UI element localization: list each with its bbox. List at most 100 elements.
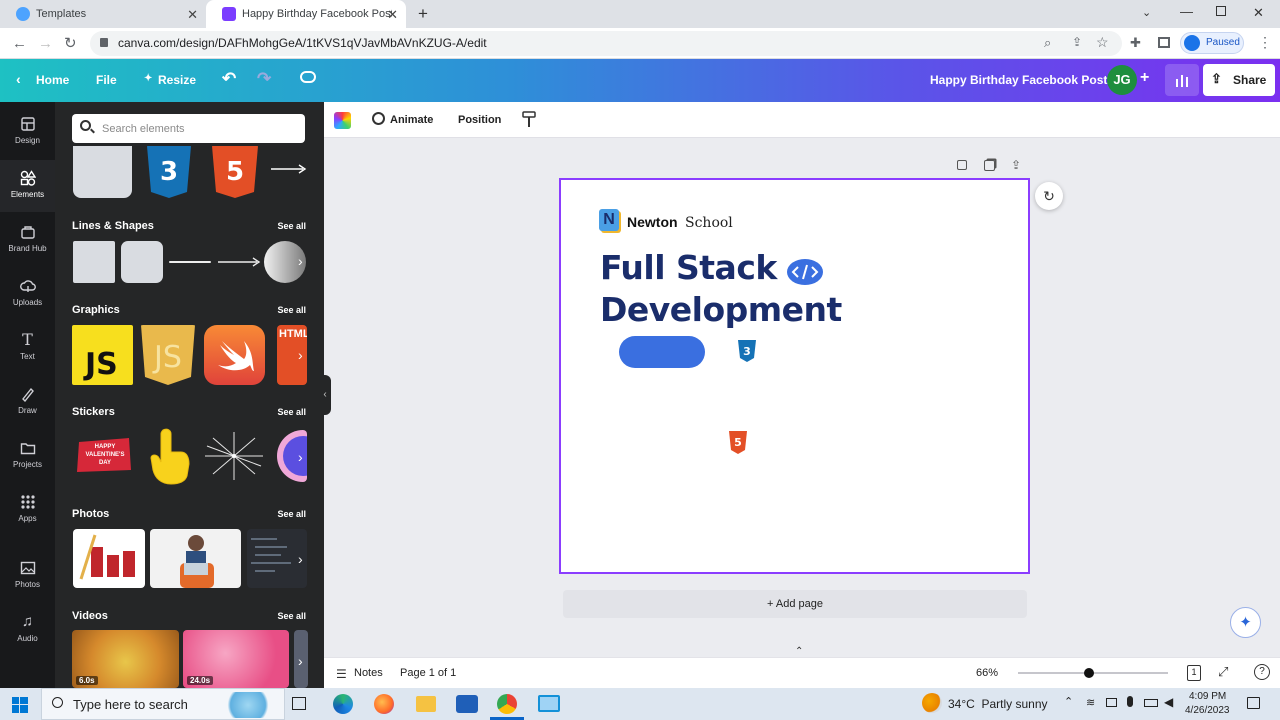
- tray-chevron-icon[interactable]: ⌃: [1064, 695, 1073, 708]
- rail-item-apps[interactable]: Apps: [0, 484, 55, 536]
- js-shield-graphic[interactable]: JS: [139, 325, 197, 385]
- refresh-ai-button[interactable]: ↻: [1035, 182, 1063, 210]
- back-icon[interactable]: ←: [12, 35, 27, 52]
- scroll-right-icon[interactable]: ›: [298, 449, 303, 465]
- tab-happy-birthday[interactable]: Happy Birthday Facebook Post - ✕: [206, 0, 406, 28]
- see-all-graphics-link[interactable]: See all: [277, 305, 306, 315]
- code-tag-icon[interactable]: [786, 258, 824, 286]
- rail-item-projects[interactable]: Projects: [0, 430, 55, 482]
- rail-item-text[interactable]: T Text: [0, 322, 55, 374]
- brand-name-light[interactable]: School: [685, 215, 733, 231]
- share-page-icon[interactable]: ⇪: [1072, 35, 1082, 49]
- share-button[interactable]: ⇪ Share: [1203, 64, 1275, 96]
- edge-icon[interactable]: [333, 694, 353, 714]
- position-button[interactable]: Position: [458, 114, 501, 126]
- magic-assistant-button[interactable]: ✦: [1230, 607, 1261, 638]
- add-collaborator-icon[interactable]: +: [1140, 69, 1149, 87]
- design-page[interactable]: N Newton School Full Stack Development 3…: [559, 178, 1030, 574]
- zoom-slider[interactable]: [1018, 668, 1168, 678]
- add-page-button[interactable]: + Add page: [563, 590, 1027, 618]
- monitor-app-icon[interactable]: [538, 695, 560, 712]
- task-view-icon[interactable]: [292, 697, 306, 710]
- forward-icon[interactable]: →: [38, 35, 53, 52]
- extensions-icon[interactable]: ✚: [1130, 35, 1141, 51]
- js-logo-graphic[interactable]: JS: [72, 325, 133, 385]
- zoom-slider-handle[interactable]: [1084, 668, 1094, 678]
- arrow-thumb[interactable]: [217, 255, 261, 269]
- title-line-2[interactable]: Development: [600, 290, 842, 329]
- rounded-square-thumb[interactable]: [121, 241, 163, 283]
- taskbar-search-box[interactable]: Type here to search: [41, 688, 285, 720]
- weather-text[interactable]: 34°C Partly sunny: [948, 697, 1048, 711]
- home-chevron-icon[interactable]: ‹: [16, 71, 21, 87]
- rail-item-elements[interactable]: Elements: [0, 160, 55, 212]
- video-thumb-fire[interactable]: 6.0s: [72, 630, 179, 688]
- rail-item-design[interactable]: Design: [0, 106, 55, 158]
- close-tab-icon[interactable]: ✕: [187, 7, 198, 23]
- firefox-icon[interactable]: [374, 694, 394, 714]
- battery-icon[interactable]: [1144, 699, 1158, 707]
- tab-search-icon[interactable]: ⌄: [1142, 6, 1151, 19]
- profile-paused-button[interactable]: Paused: [1180, 32, 1244, 54]
- help-icon[interactable]: ?: [1254, 664, 1270, 680]
- color-picker-icon[interactable]: [334, 112, 351, 129]
- maximize-icon[interactable]: [1216, 6, 1226, 16]
- microphone-icon[interactable]: [1127, 696, 1133, 707]
- notes-button[interactable]: Notes: [354, 667, 383, 679]
- lock-page-icon[interactable]: [957, 160, 967, 170]
- tab-templates[interactable]: Templates ✕: [0, 0, 206, 28]
- html5-logo-icon[interactable]: 5: [209, 146, 261, 198]
- blue-pill-shape[interactable]: [619, 336, 705, 368]
- laptop-man-photo-thumb[interactable]: [150, 529, 241, 588]
- rail-item-photos[interactable]: Photos: [0, 550, 55, 602]
- rail-item-draw[interactable]: Draw: [0, 376, 55, 428]
- sparkle-burst-sticker[interactable]: [203, 430, 265, 482]
- html5-design-icon[interactable]: 5: [728, 431, 748, 454]
- search-elements-input[interactable]: Search elements: [72, 114, 305, 143]
- reload-icon[interactable]: ↻: [64, 34, 77, 52]
- scroll-right-icon[interactable]: ›: [298, 653, 303, 669]
- animate-button[interactable]: Animate: [390, 114, 433, 126]
- rail-item-uploads[interactable]: Uploads: [0, 268, 55, 320]
- fullscreen-icon[interactable]: ⤢: [1218, 664, 1228, 680]
- windows-start-icon[interactable]: [12, 697, 28, 713]
- home-button[interactable]: Home: [36, 73, 69, 87]
- rail-item-brand-hub[interactable]: Brand Hub: [0, 214, 55, 266]
- new-tab-button[interactable]: +: [418, 4, 428, 24]
- notifications-icon[interactable]: [1247, 697, 1260, 709]
- undo-icon[interactable]: ↶: [222, 69, 236, 89]
- add-page-icon[interactable]: ⇪: [1011, 158, 1021, 172]
- scroll-right-icon[interactable]: ›: [298, 551, 303, 567]
- zoom-level[interactable]: 66%: [976, 667, 998, 679]
- scroll-right-icon[interactable]: ›: [298, 347, 303, 363]
- valentines-sticker[interactable]: HAPPY VALENTINE'S DAY: [73, 430, 135, 478]
- document-title[interactable]: Happy Birthday Facebook Post: [930, 73, 1107, 87]
- scroll-right-icon[interactable]: ›: [298, 253, 303, 269]
- url-field[interactable]: canva.com/design/DAFhMohgGeA/1tKVS1qVJav…: [90, 31, 1122, 56]
- see-all-videos-link[interactable]: See all: [277, 611, 306, 621]
- redo-icon[interactable]: ↷: [257, 69, 271, 89]
- see-all-stickers-link[interactable]: See all: [277, 407, 306, 417]
- zoom-icon[interactable]: ⌕: [1044, 35, 1051, 51]
- line-thumb[interactable]: [169, 261, 211, 263]
- css3-logo-icon[interactable]: 3: [144, 146, 194, 198]
- insights-chart-icon[interactable]: [1165, 64, 1199, 96]
- arrow-line-thumb[interactable]: [269, 162, 309, 176]
- see-all-photos-link[interactable]: See all: [277, 509, 306, 519]
- clock-time[interactable]: 4:09 PM: [1189, 691, 1226, 702]
- show-pages-chevron-icon[interactable]: ⌃: [795, 646, 803, 657]
- file-menu-button[interactable]: File: [96, 73, 117, 87]
- java-photo-thumb[interactable]: [73, 529, 145, 588]
- title-line-1[interactable]: Full Stack: [600, 248, 777, 287]
- side-panel-icon[interactable]: [1158, 37, 1170, 48]
- user-avatar[interactable]: JG: [1107, 65, 1137, 95]
- shape-thumb[interactable]: [73, 146, 132, 198]
- page-indicator[interactable]: Page 1 of 1: [400, 667, 456, 679]
- swift-logo-graphic[interactable]: [204, 325, 265, 385]
- clock-date[interactable]: 4/26/2023: [1185, 705, 1230, 716]
- see-all-lines-link[interactable]: See all: [277, 221, 306, 231]
- hand-pointer-sticker[interactable]: [145, 426, 193, 486]
- close-tab-icon[interactable]: ✕: [387, 7, 398, 23]
- resize-button[interactable]: Resize: [158, 73, 196, 87]
- css3-design-icon[interactable]: 3: [737, 340, 757, 362]
